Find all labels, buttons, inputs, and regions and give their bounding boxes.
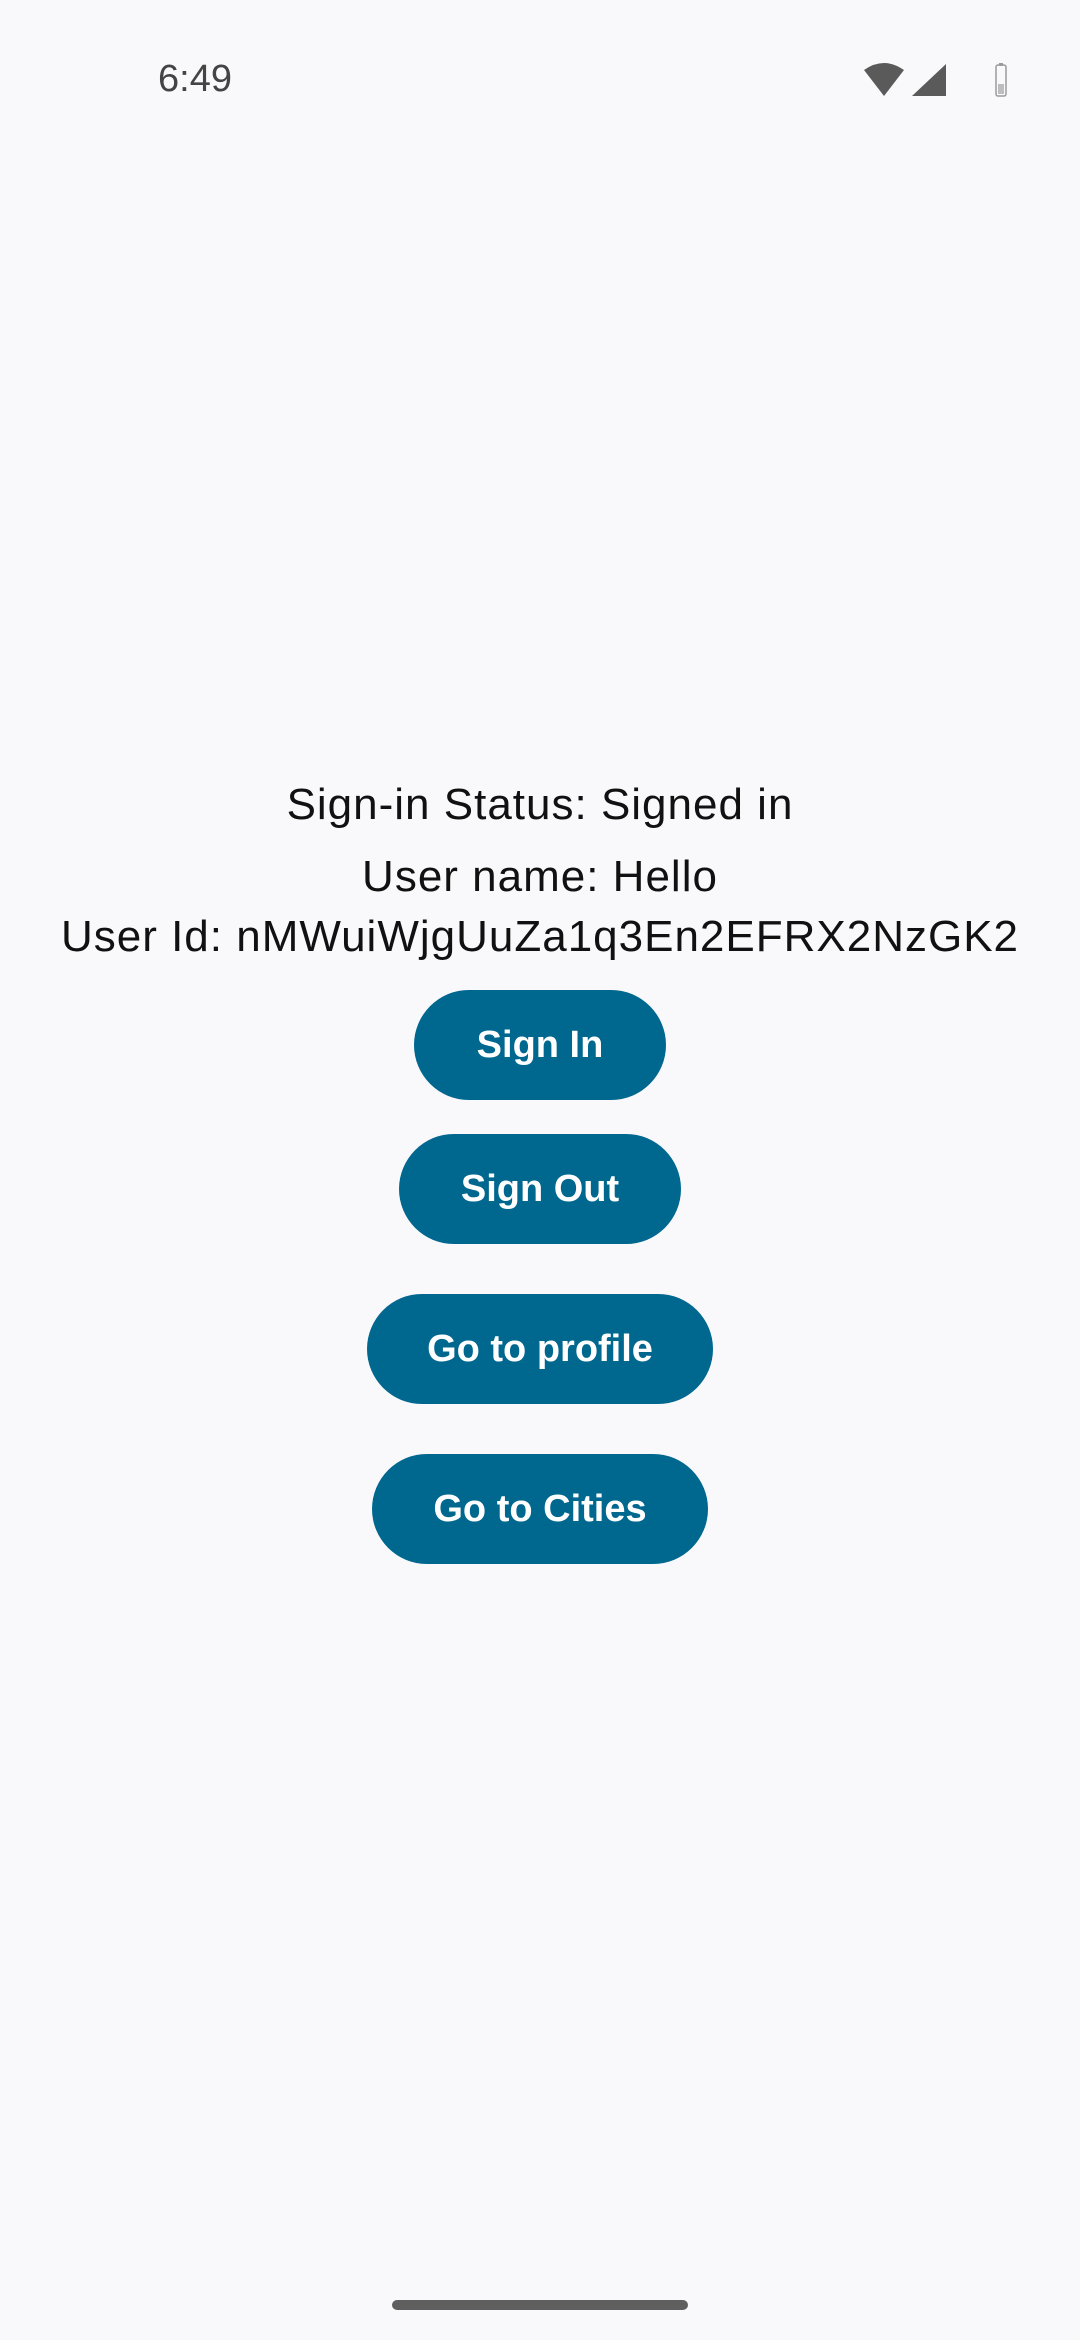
home-indicator[interactable] bbox=[392, 2300, 688, 2310]
sign-out-button[interactable]: Sign Out bbox=[399, 1134, 681, 1244]
user-id-text: User Id: nMWuiWjgUuZa1q3En2EFRX2NzGK2 bbox=[60, 912, 1020, 961]
wifi-icon bbox=[864, 63, 904, 96]
go-to-profile-button[interactable]: Go to profile bbox=[367, 1294, 713, 1404]
status-time: 6:49 bbox=[158, 58, 232, 100]
battery-icon bbox=[995, 63, 1007, 97]
go-to-cities-button[interactable]: Go to Cities bbox=[372, 1454, 708, 1564]
cellular-signal-icon bbox=[912, 64, 946, 96]
status-icons bbox=[862, 62, 1032, 102]
sign-in-status-text: Sign-in Status: Signed in bbox=[286, 780, 794, 829]
sign-in-button[interactable]: Sign In bbox=[414, 990, 666, 1100]
user-name-text: User name: Hello bbox=[362, 852, 718, 901]
status-bar: 6:49 bbox=[0, 0, 1080, 120]
